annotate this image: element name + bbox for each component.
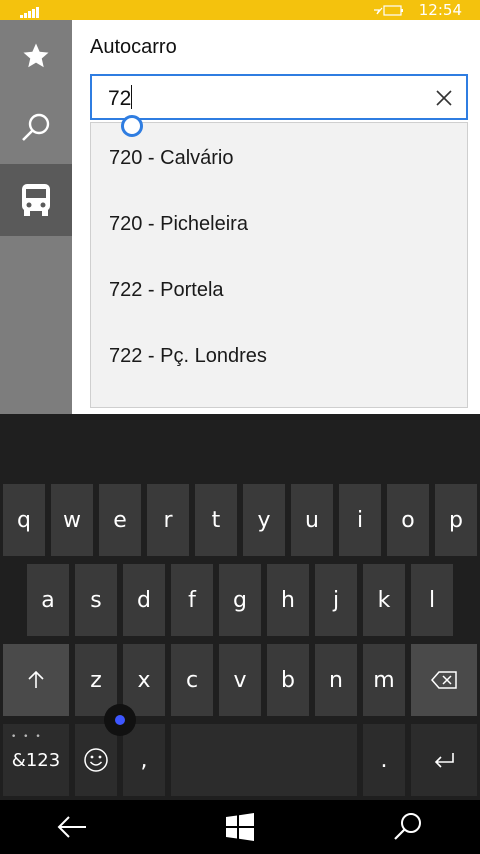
period-key[interactable]: . — [363, 724, 405, 796]
suggestion-item[interactable]: 722 - Pç. Londres — [109, 345, 267, 368]
key-l[interactable]: l — [411, 564, 453, 636]
key-v[interactable]: v — [219, 644, 261, 716]
suggestion-item[interactable]: 722 - Portela — [109, 279, 224, 302]
sidebar-item-search[interactable] — [0, 92, 72, 164]
enter-key[interactable] — [411, 724, 477, 796]
text-caret — [131, 85, 133, 109]
key-e[interactable]: e — [99, 484, 141, 556]
key-d[interactable]: d — [123, 564, 165, 636]
key-c[interactable]: c — [171, 644, 213, 716]
key-w[interactable]: w — [51, 484, 93, 556]
signal-icon — [20, 6, 42, 18]
status-time: 12:54 — [418, 1, 462, 19]
search-icon — [22, 113, 50, 141]
key-b[interactable]: b — [267, 644, 309, 716]
clear-icon[interactable] — [432, 86, 456, 110]
selection-handle[interactable] — [121, 115, 143, 137]
enter-icon — [434, 753, 454, 768]
key-m[interactable]: m — [363, 644, 405, 716]
key-t[interactable]: t — [195, 484, 237, 556]
sidebar-item-bus[interactable] — [0, 164, 72, 236]
page-title: Autocarro — [90, 36, 177, 58]
key-g[interactable]: g — [219, 564, 261, 636]
sidebar-item-favorites[interactable] — [0, 20, 72, 92]
key-p[interactable]: p — [435, 484, 477, 556]
backspace-icon — [431, 671, 457, 689]
back-button[interactable] — [54, 810, 90, 844]
status-bar: 12:54 — [0, 0, 480, 20]
windows-logo-icon — [226, 813, 254, 841]
battery-charging-icon — [374, 5, 403, 16]
star-icon — [23, 43, 49, 68]
comma-key[interactable]: , — [123, 724, 165, 796]
route-search-input[interactable]: 72 — [90, 74, 468, 120]
key-u[interactable]: u — [291, 484, 333, 556]
suggestion-list: 720 - Calvário 720 - Picheleira 722 - Po… — [90, 122, 468, 408]
key-z[interactable]: z — [75, 644, 117, 716]
key-y[interactable]: y — [243, 484, 285, 556]
numbers-key[interactable]: • • • &123 — [3, 724, 69, 796]
back-arrow-icon — [57, 816, 86, 838]
smiley-icon — [84, 748, 108, 772]
navigation-bar — [0, 800, 480, 854]
key-k[interactable]: k — [363, 564, 405, 636]
key-q[interactable]: q — [3, 484, 45, 556]
key-x[interactable]: x — [123, 644, 165, 716]
suggestion-item[interactable]: 720 - Picheleira — [109, 213, 248, 236]
app-window: Autocarro 72 720 - Calvário 720 - Pichel… — [0, 20, 480, 414]
key-r[interactable]: r — [147, 484, 189, 556]
sidebar — [0, 20, 72, 414]
suggestion-item[interactable]: 720 - Calvário — [109, 147, 234, 170]
key-a[interactable]: a — [27, 564, 69, 636]
shift-key[interactable] — [3, 644, 69, 716]
key-f[interactable]: f — [171, 564, 213, 636]
start-button[interactable] — [222, 810, 258, 844]
key-dots: • • • — [11, 732, 43, 742]
key-h[interactable]: h — [267, 564, 309, 636]
key-s[interactable]: s — [75, 564, 117, 636]
space-key[interactable] — [171, 724, 357, 796]
emoji-key[interactable] — [75, 724, 117, 796]
shift-arrow-icon — [28, 670, 44, 688]
key-o[interactable]: o — [387, 484, 429, 556]
search-icon — [394, 813, 421, 840]
search-button[interactable] — [390, 810, 426, 844]
key-n[interactable]: n — [315, 644, 357, 716]
search-input-value: 72 — [108, 85, 133, 110]
key-j[interactable]: j — [315, 564, 357, 636]
bus-icon — [22, 184, 50, 216]
backspace-key[interactable] — [411, 644, 477, 716]
key-i[interactable]: i — [339, 484, 381, 556]
keyboard-cursor-control[interactable] — [104, 704, 136, 736]
on-screen-keyboard: q w e r t y u i o p a s d f g h j k l z … — [0, 414, 480, 800]
